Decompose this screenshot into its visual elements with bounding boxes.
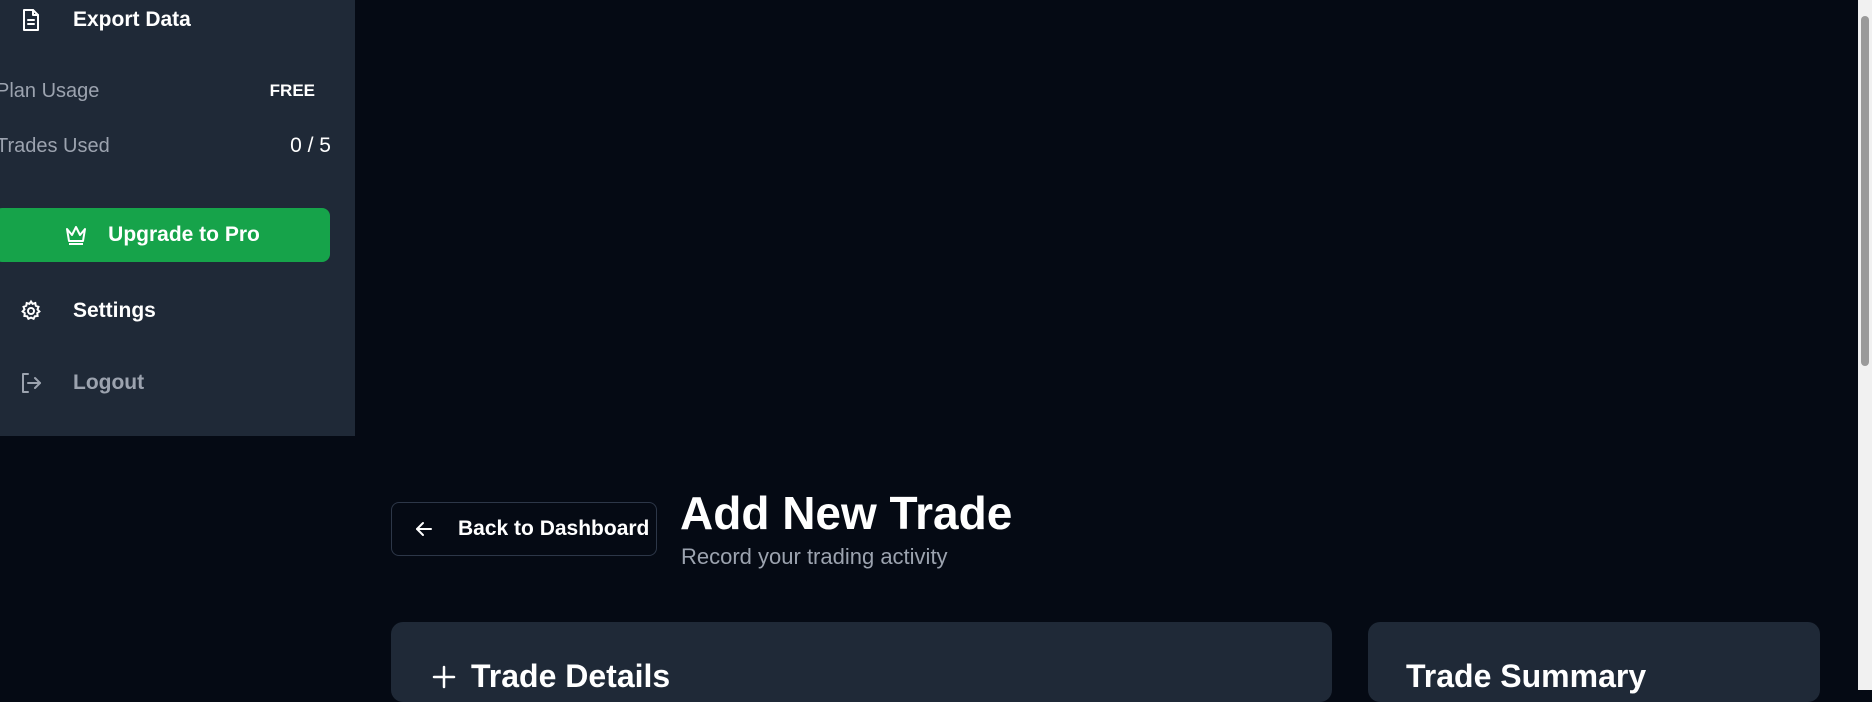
trades-used-row: Trades Used 0 / 5	[0, 131, 331, 161]
document-icon	[19, 8, 43, 32]
sidebar-item-export-data[interactable]: Export Data	[0, 0, 355, 45]
scrollbar-thumb[interactable]	[1861, 16, 1869, 366]
sidebar-item-settings[interactable]: Settings	[0, 286, 355, 336]
gear-icon	[19, 299, 43, 323]
trades-used-value: 0 / 5	[290, 134, 331, 157]
sidebar-item-label: Settings	[73, 299, 156, 322]
trade-summary-card: Trade Summary	[1368, 622, 1820, 702]
plan-usage-label: Plan Usage	[0, 79, 100, 102]
scrollbar[interactable]	[1858, 0, 1872, 690]
sidebar-item-logout[interactable]: Logout	[0, 358, 355, 408]
plus-icon	[431, 664, 457, 690]
page-subtitle: Record your trading activity	[681, 544, 948, 569]
sidebar: Export Data Plan Usage FREE Trades Used …	[0, 0, 355, 436]
sidebar-item-label: Logout	[73, 371, 145, 394]
upgrade-label: Upgrade to Pro	[108, 223, 260, 246]
trade-summary-title: Trade Summary	[1406, 658, 1647, 694]
crown-icon	[64, 224, 88, 246]
trade-details-title: Trade Details	[471, 658, 671, 694]
logout-icon	[19, 371, 43, 395]
trades-used-label: Trades Used	[0, 134, 110, 157]
plan-badge: FREE	[269, 81, 315, 100]
page-title: Add New Trade	[680, 487, 1013, 539]
back-to-dashboard-button[interactable]: Back to Dashboard	[391, 502, 657, 556]
trade-details-card: Trade Details	[391, 622, 1332, 702]
sidebar-item-label: Export Data	[73, 8, 191, 31]
back-button-label: Back to Dashboard	[458, 517, 650, 540]
plan-usage-row: Plan Usage FREE	[0, 76, 331, 106]
arrow-left-icon	[412, 517, 436, 541]
upgrade-to-pro-button[interactable]: Upgrade to Pro	[0, 208, 330, 262]
